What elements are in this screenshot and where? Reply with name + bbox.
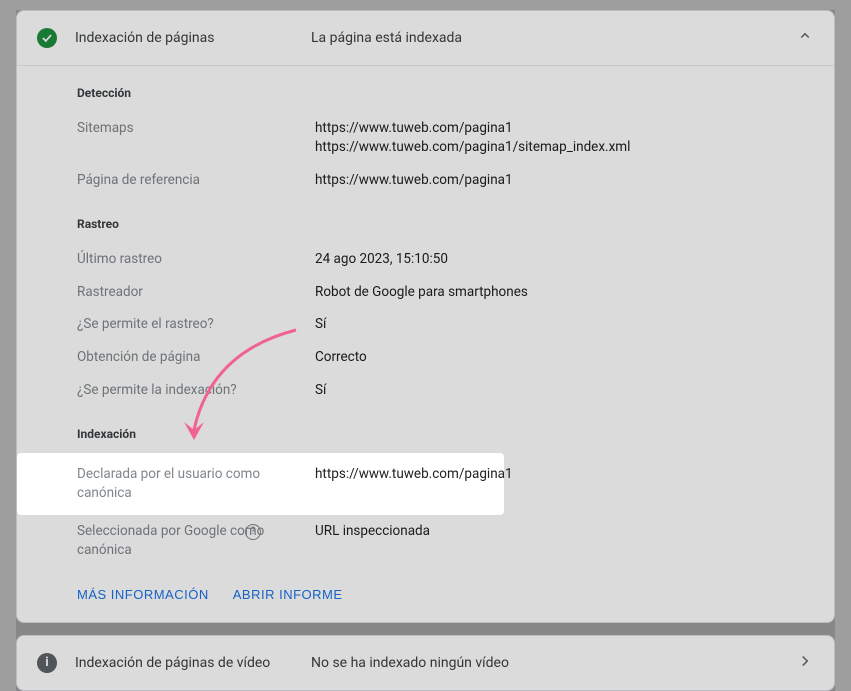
row-obtencion: Obtención de página Correcto — [77, 341, 814, 374]
value-obtencion: Correcto — [315, 348, 367, 367]
highlighted-canonical-row: Declarada por el usuario como canónica h… — [17, 453, 504, 515]
panel-title: Indexación de páginas — [75, 30, 311, 46]
value-rastreador: Robot de Google para smartphones — [315, 283, 528, 302]
more-info-button[interactable]: MÁS INFORMACIÓN — [77, 587, 209, 602]
section-deteccion: Detección — [77, 66, 814, 112]
row-sitemaps: Sitemaps https://www.tuweb.com/pagina1 h… — [77, 112, 814, 164]
label-seleccionada: Seleccionada por Google como canónica ? — [77, 522, 315, 560]
row-rastreador: Rastreador Robot de Google para smartpho… — [77, 276, 814, 309]
panel-status: La página está indexada — [311, 30, 796, 46]
row-declarada: Declarada por el usuario como canónica h… — [77, 453, 494, 515]
section-indexacion: Indexación — [77, 407, 814, 453]
video-panel-status: No se ha indexado ningún vídeo — [311, 655, 796, 671]
label-permite-rastreo: ¿Se permite el rastreo? — [77, 315, 315, 334]
value-seleccionada: URL inspeccionada — [315, 522, 430, 541]
label-obtencion: Obtención de página — [77, 348, 315, 367]
video-panel-title: Indexación de páginas de vídeo — [75, 655, 311, 671]
actions-row: MÁS INFORMACIÓN ABRIR INFORME — [77, 567, 814, 610]
value-declarada: https://www.tuweb.com/pagina1 — [315, 465, 513, 484]
video-indexing-panel: i Indexación de páginas de vídeo No se h… — [16, 635, 835, 691]
label-permite-indexacion: ¿Se permite la indexación? — [77, 381, 315, 400]
value-permite-indexacion: Sí — [315, 381, 326, 400]
row-permite-indexacion: ¿Se permite la indexación? Sí — [77, 374, 814, 407]
label-declarada: Declarada por el usuario como canónica — [77, 465, 315, 503]
help-icon[interactable]: ? — [245, 524, 261, 540]
section-rastreo: Rastreo — [77, 197, 814, 243]
row-seleccionada: Seleccionada por Google como canónica ? … — [77, 515, 814, 567]
row-permite-rastreo: ¿Se permite el rastreo? Sí — [77, 308, 814, 341]
value-sitemaps: https://www.tuweb.com/pagina1 https://ww… — [315, 119, 630, 157]
chevron-right-icon — [796, 652, 814, 674]
panel-header[interactable]: Indexación de páginas La página está ind… — [17, 11, 834, 65]
label-sitemaps: Sitemaps — [77, 119, 315, 138]
label-rastreador: Rastreador — [77, 283, 315, 302]
value-referencia: https://www.tuweb.com/pagina1 — [315, 171, 513, 190]
video-panel-header[interactable]: i Indexación de páginas de vídeo No se h… — [17, 636, 834, 690]
label-referencia: Página de referencia — [77, 171, 315, 190]
value-ultimo: 24 ago 2023, 15:10:50 — [315, 250, 448, 269]
label-ultimo: Último rastreo — [77, 250, 315, 269]
chevron-up-icon — [796, 27, 814, 49]
value-permite-rastreo: Sí — [315, 315, 326, 334]
panel-body: Detección Sitemaps https://www.tuweb.com… — [17, 65, 834, 622]
page-indexing-panel: Indexación de páginas La página está ind… — [16, 10, 835, 623]
open-report-button[interactable]: ABRIR INFORME — [233, 587, 343, 602]
success-icon — [37, 28, 57, 48]
row-referencia: Página de referencia https://www.tuweb.c… — [77, 164, 814, 197]
row-ultimo-rastreo: Último rastreo 24 ago 2023, 15:10:50 — [77, 243, 814, 276]
